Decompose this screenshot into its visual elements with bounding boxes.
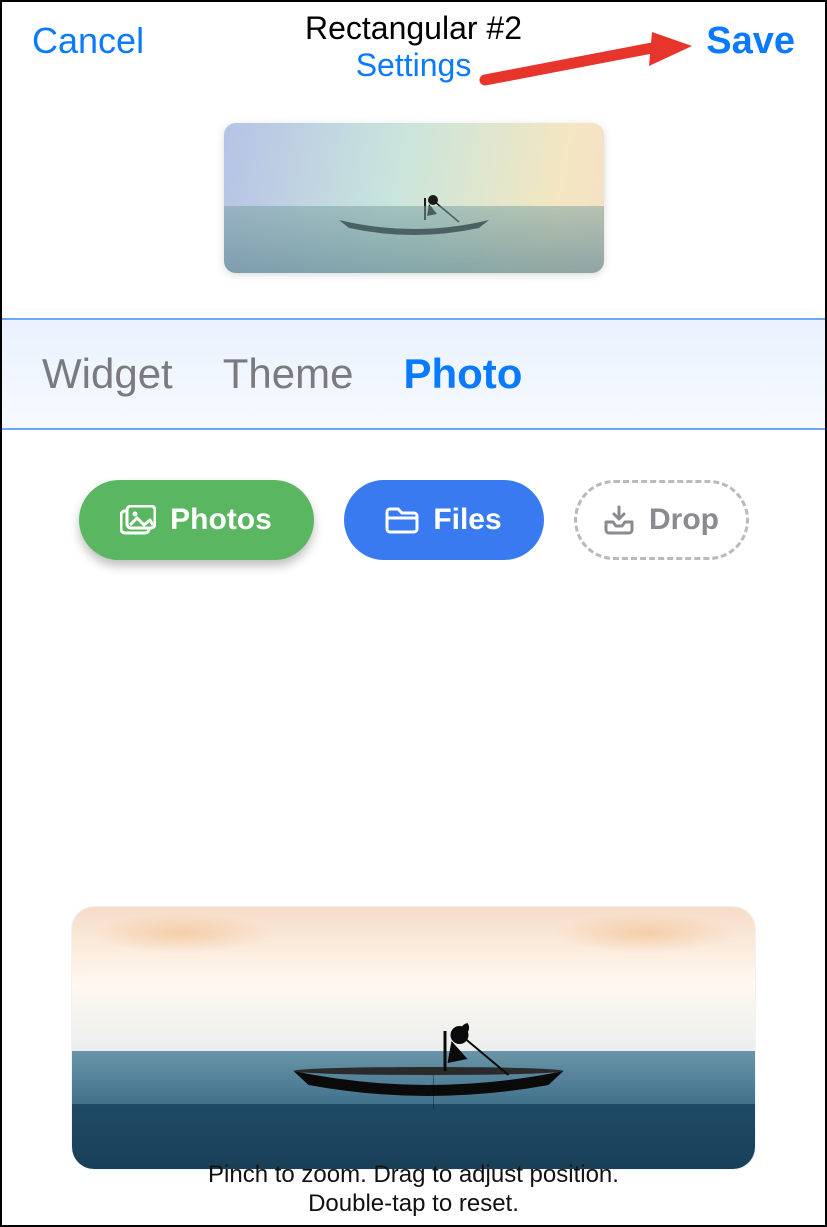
files-button[interactable]: Files <box>344 480 544 560</box>
tab-theme[interactable]: Theme <box>223 350 354 398</box>
save-button[interactable]: Save <box>706 20 795 63</box>
folder-icon <box>385 506 419 534</box>
photos-button[interactable]: Photos <box>79 480 314 560</box>
page-title: Rectangular #2 <box>305 10 522 47</box>
photo-source-row: Photos Files Drop <box>2 480 825 560</box>
tab-widget[interactable]: Widget <box>42 350 173 398</box>
widget-preview <box>224 123 604 273</box>
photos-button-label: Photos <box>170 503 272 537</box>
files-button-label: Files <box>433 503 501 537</box>
inbox-download-icon <box>603 505 635 535</box>
page-subtitle[interactable]: Settings <box>305 47 522 84</box>
editor-hint-line1: Pinch to zoom. Drag to adjust position. <box>2 1161 825 1190</box>
tab-photo[interactable]: Photo <box>403 350 522 398</box>
drop-button-label: Drop <box>649 503 719 537</box>
editor-hint-line2: Double-tap to reset. <box>2 1190 825 1219</box>
boat-illustration-icon <box>283 1019 573 1109</box>
header-bar: Cancel Rectangular #2 Settings Save <box>2 2 825 73</box>
header-title-block: Rectangular #2 Settings <box>305 10 522 84</box>
boat-illustration-icon <box>329 190 499 240</box>
photo-water-deep <box>72 1104 755 1170</box>
tab-bar: Widget Theme Photo <box>2 318 825 430</box>
editor-hint: Pinch to zoom. Drag to adjust position. … <box>2 1161 825 1219</box>
cancel-button[interactable]: Cancel <box>32 20 144 62</box>
photos-icon <box>120 505 156 535</box>
photo-editor-canvas[interactable] <box>72 907 755 1169</box>
drop-button[interactable]: Drop <box>574 480 749 560</box>
